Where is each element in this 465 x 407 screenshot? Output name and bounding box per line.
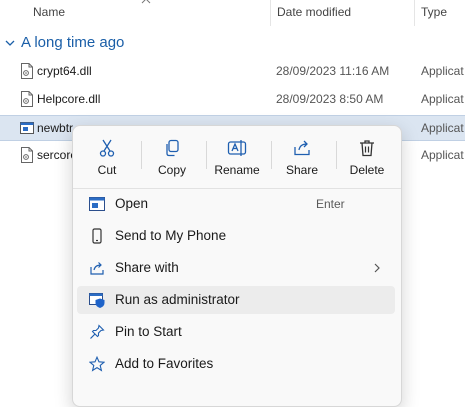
share-button[interactable]: Share — [272, 134, 332, 180]
file-name: Helpcore.dll — [37, 92, 101, 106]
cut-label: Cut — [97, 163, 117, 177]
file-date: 28/09/2023 8:50 AM — [276, 92, 384, 106]
menu-item-label: Open — [115, 196, 149, 211]
cut-icon — [99, 139, 115, 157]
menu-item-pin-to-start[interactable]: Pin to Start — [77, 318, 395, 346]
phone-icon — [92, 228, 102, 244]
file-name: crypt64.dll — [37, 64, 92, 78]
file-row[interactable]: Helpcore.dll 28/09/2023 8:50 AM Applicat — [0, 87, 465, 113]
menu-item-label: Pin to Start — [115, 324, 182, 339]
group-header[interactable]: A long time ago — [4, 34, 124, 51]
column-header-date-modified[interactable]: Date modified — [277, 5, 351, 19]
rename-icon — [227, 140, 247, 156]
file-row[interactable]: crypt64.dll 28/09/2023 11:16 AM Applicat — [0, 59, 465, 85]
menu-item-open[interactable]: Open Enter — [77, 190, 395, 218]
menu-divider — [73, 188, 401, 189]
quick-actions-bar: Cut Copy Rename Share Delete — [73, 126, 401, 182]
file-type: Applicat — [421, 121, 464, 135]
menu-item-label: Share with — [115, 260, 179, 275]
menu-item-add-to-favorites[interactable]: Add to Favorites — [77, 350, 395, 378]
file-type: Applicat — [421, 92, 464, 106]
file-name: newbtr — [37, 121, 74, 135]
file-type: Applicat — [421, 64, 464, 78]
copy-label: Copy — [157, 163, 186, 177]
share-icon — [294, 140, 310, 156]
column-header-name[interactable]: Name — [33, 5, 65, 19]
rename-label: Rename — [214, 163, 260, 177]
sort-ascending-icon — [141, 0, 151, 4]
copy-icon — [166, 139, 179, 157]
file-name: sercore — [37, 148, 78, 162]
delete-icon — [360, 140, 374, 157]
group-label: A long time ago — [21, 34, 125, 51]
chevron-right-icon — [374, 263, 380, 273]
context-menu: Cut Copy Rename Share Delete Open Enter … — [72, 125, 402, 407]
file-date: 28/09/2023 11:16 AM — [276, 64, 390, 78]
menu-item-label: Run as administrator — [115, 292, 240, 307]
share-label: Share — [285, 163, 319, 177]
cut-button[interactable]: Cut — [77, 134, 137, 180]
column-separator[interactable] — [414, 0, 415, 26]
delete-button[interactable]: Delete — [337, 134, 397, 180]
application-file-icon — [20, 122, 34, 134]
column-separator[interactable] — [270, 0, 271, 26]
star-icon — [89, 356, 105, 372]
menu-item-shortcut: Enter — [316, 197, 345, 211]
menu-item-share-with[interactable]: Share with — [77, 254, 395, 282]
copy-button[interactable]: Copy — [142, 134, 202, 180]
delete-label: Delete — [349, 163, 385, 177]
column-header-type[interactable]: Type — [421, 5, 447, 19]
menu-item-label: Add to Favorites — [115, 356, 214, 371]
shield-icon — [89, 293, 105, 308]
chevron-down-icon — [5, 40, 15, 46]
share-with-icon — [90, 262, 104, 275]
dll-file-icon — [21, 91, 33, 107]
column-header-bar: Name Date modified Type — [0, 0, 465, 26]
pin-icon — [90, 324, 105, 339]
open-icon — [89, 197, 105, 211]
file-type: Applicat — [421, 148, 464, 162]
menu-item-send-to-my-phone[interactable]: Send to My Phone — [77, 222, 395, 250]
menu-item-label: Send to My Phone — [115, 228, 227, 243]
dll-file-icon — [21, 63, 33, 79]
rename-button[interactable]: Rename — [207, 134, 267, 180]
menu-item-run-as-administrator[interactable]: Run as administrator — [77, 286, 395, 314]
dll-file-icon — [21, 147, 33, 163]
